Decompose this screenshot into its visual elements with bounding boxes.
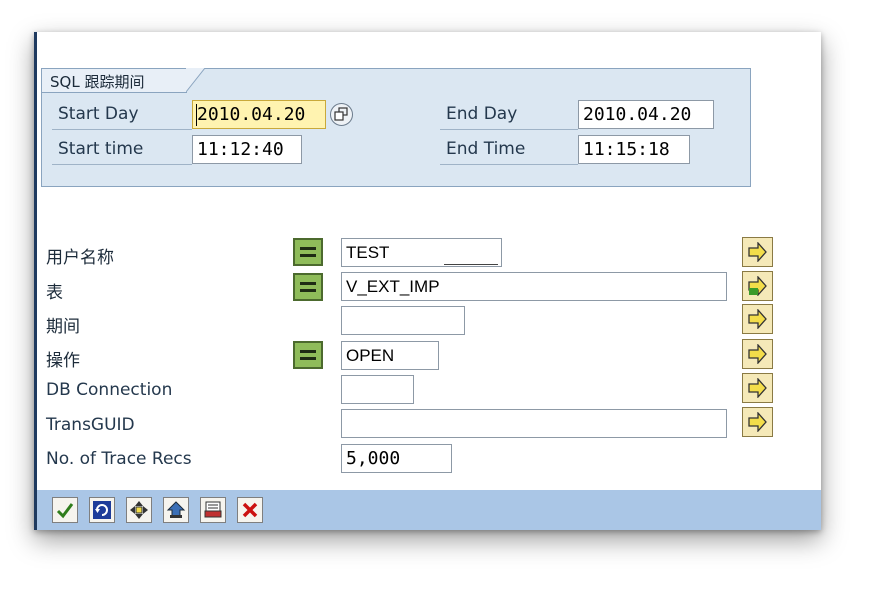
table-field[interactable]: V_EXT_IMP (341, 272, 727, 301)
cancel-button[interactable] (237, 497, 263, 523)
save-button[interactable] (163, 497, 189, 523)
multiple-selection-arrow-icon (748, 344, 767, 364)
start-time-field[interactable]: 11:12:40 (192, 135, 302, 164)
table-multiple-selection-button[interactable] (742, 271, 773, 301)
multiple-selection-arrow-icon (748, 412, 767, 432)
cancel-icon (242, 502, 258, 518)
user-name-field[interactable]: TEST (341, 238, 502, 267)
db-connection-multiple-selection-button[interactable] (742, 373, 773, 403)
start-day-underline (52, 129, 192, 130)
refresh-button[interactable] (89, 497, 115, 523)
execute-button[interactable] (52, 497, 78, 523)
end-day-underline (440, 129, 578, 130)
table-label: 表 (46, 283, 63, 303)
operation-label: 操作 (46, 351, 80, 371)
start-time-underline (52, 164, 192, 165)
navigate-button[interactable] (126, 497, 152, 523)
end-day-field[interactable]: 2010.04.20 (578, 100, 714, 129)
multiple-selection-arrow-active-icon (748, 276, 767, 296)
period-field[interactable] (341, 306, 465, 335)
operation-operator-button[interactable] (293, 341, 323, 369)
group-title: SQL 跟踪期间 (50, 73, 145, 91)
operation-field[interactable]: OPEN (341, 341, 439, 370)
transguid-field[interactable] (341, 409, 727, 438)
date-picker-button[interactable] (330, 103, 353, 126)
trace-recs-field[interactable]: 5,000 (341, 444, 452, 473)
multiple-selection-arrow-icon (748, 309, 767, 329)
user-name-operator-button[interactable] (293, 238, 323, 266)
end-time-underline (440, 164, 578, 165)
navigate-icon (130, 501, 148, 519)
application-toolbar (37, 490, 821, 530)
period-multiple-selection-button[interactable] (742, 304, 773, 334)
end-time-label: End Time (446, 139, 526, 159)
end-day-label: End Day (446, 104, 518, 124)
end-time-field[interactable]: 11:15:18 (578, 135, 690, 164)
print-button[interactable] (200, 497, 226, 523)
check-icon (56, 503, 74, 519)
multiple-selection-arrow-icon (748, 378, 767, 398)
save-icon (166, 501, 186, 518)
transguid-multiple-selection-button[interactable] (742, 407, 773, 437)
user-name-value: TEST (346, 243, 390, 262)
trace-recs-label: No. of Trace Recs (46, 449, 192, 469)
transguid-label: TransGUID (46, 415, 135, 435)
db-connection-field[interactable] (341, 375, 414, 404)
field-underline (444, 264, 498, 265)
db-connection-label: DB Connection (46, 380, 173, 400)
user-name-multiple-selection-button[interactable] (742, 237, 773, 267)
start-day-label: Start Day (58, 104, 139, 124)
date-picker-icon (334, 107, 348, 121)
multiple-selection-arrow-icon (748, 242, 767, 262)
text-cursor (196, 104, 197, 126)
start-time-label: Start time (58, 139, 144, 159)
period-label: 期间 (46, 317, 80, 337)
table-operator-button[interactable] (293, 273, 323, 301)
start-day-field[interactable]: 2010.04.20 (192, 100, 326, 129)
user-name-label: 用户名称 (46, 248, 114, 268)
operation-multiple-selection-button[interactable] (742, 339, 773, 369)
group-tab-corner (186, 68, 206, 93)
refresh-icon (93, 501, 111, 519)
group-tab: SQL 跟踪期间 (41, 68, 187, 93)
print-icon (204, 501, 222, 518)
window-left-border (34, 32, 37, 530)
